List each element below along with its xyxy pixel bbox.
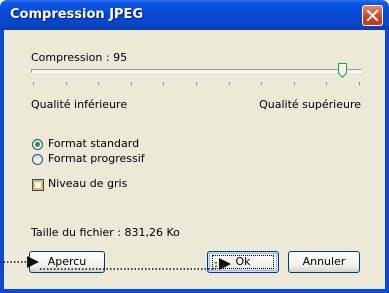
pointer-annotation-overlay [0,256,231,270]
jpeg-compression-dialog: Compression JPEG Compression : 95 Qualit… [0,0,389,293]
arrow-pointer-icon [219,258,231,270]
arrow-pointer-icon [27,256,39,268]
